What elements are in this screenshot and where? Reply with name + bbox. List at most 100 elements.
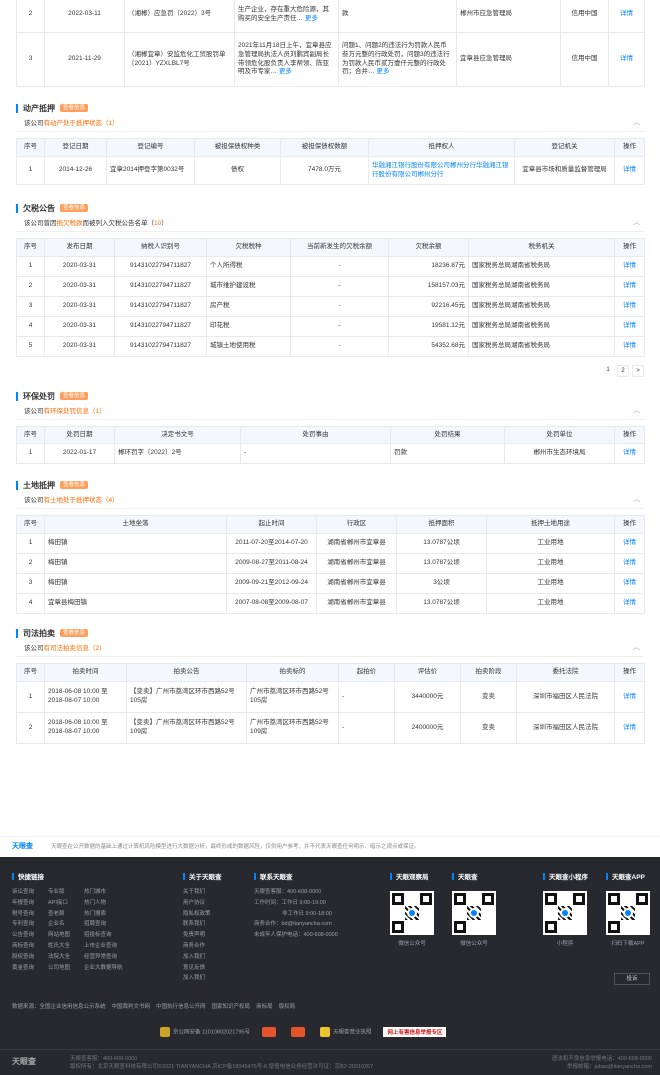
page-1[interactable]: 1: [602, 365, 614, 377]
auction-target: 广州市荔湾区环市西路52号109房: [246, 712, 339, 744]
info-badge[interactable]: 查看信息: [60, 629, 89, 637]
detail-link[interactable]: 详情: [614, 256, 645, 277]
column-header: 当前新发生的欠税余额: [290, 238, 389, 257]
detail-link[interactable]: 详情: [614, 533, 645, 554]
footer-link[interactable]: 商务合作: [183, 941, 222, 952]
chevron-up-icon[interactable]: ︿: [633, 217, 640, 227]
footer-link[interactable]: 企业名: [48, 919, 70, 930]
footer-link[interactable]: 关于我们: [183, 887, 222, 898]
data-source: 信用中国: [560, 32, 609, 87]
footer-link[interactable]: 诉讼查询: [12, 887, 34, 898]
footer-link[interactable]: 加入我们: [183, 952, 222, 963]
divider: [16, 131, 644, 132]
contact-line: 商务合作：bd@tianyancha.com: [254, 921, 332, 928]
chevron-up-icon[interactable]: ︿: [633, 405, 640, 415]
report-email[interactable]: 举报邮箱：jubao@tianyancha.com: [552, 1062, 652, 1070]
footer-link[interactable]: 热门城市: [84, 887, 123, 898]
quick-links: 快捷链接 诉讼查询 年报查询 税号查询 专利查询 公告查询 商标查询 股权查询 黄金查询 专业…: [12, 871, 123, 973]
footer-link[interactable]: 公告查询: [12, 930, 34, 941]
detail-link[interactable]: 详情: [614, 443, 645, 464]
detail-link[interactable]: 详情: [614, 156, 645, 185]
publish-date: 2020-03-31: [44, 276, 115, 297]
footer-link[interactable]: 企业大数据导航: [84, 963, 123, 974]
detail-link[interactable]: 详情: [614, 681, 645, 713]
chevron-up-icon[interactable]: ︿: [633, 642, 640, 652]
more-link[interactable]: 更多: [305, 15, 318, 22]
footer-link[interactable]: 专利查询: [12, 919, 34, 930]
footer-link[interactable]: 联系我们: [183, 919, 222, 930]
footer-link[interactable]: 意见反馈: [183, 963, 222, 974]
footer-link[interactable]: 黄金查询: [12, 963, 34, 974]
table-header: 序号 发布日期 纳税人识别号 欠税税种 当前新发生的欠税余额 欠税余额 税务机关 操作: [16, 238, 645, 257]
info-badge[interactable]: 查看信息: [60, 392, 89, 400]
footer-link[interactable]: 加入我们: [183, 973, 222, 984]
page-2[interactable]: 2: [617, 365, 629, 377]
more-link[interactable]: 更多: [376, 68, 389, 75]
footer-link[interactable]: 法院大全: [48, 952, 70, 963]
source-link[interactable]: 中国执行信息公开网: [156, 1004, 206, 1010]
footer-link[interactable]: 专业版: [48, 887, 70, 898]
detail-link[interactable]: 详情: [614, 276, 645, 297]
footer-link[interactable]: API接口: [48, 898, 70, 909]
business-license-link[interactable]: 天眼查营业执照: [319, 1027, 371, 1037]
mortgagee-link[interactable]: 华融湘江银行股份有限公司郴州分行华融湘江银行股份有限公司郴州分行: [368, 156, 515, 185]
footer-link[interactable]: 查老赖: [48, 909, 70, 920]
info-badge[interactable]: 查看信息: [60, 204, 89, 212]
next-page-icon[interactable]: >: [632, 365, 644, 377]
source-link[interactable]: 商标局: [256, 1004, 273, 1010]
harmful-info-report-link[interactable]: 网上有害信息举报专区: [383, 1027, 447, 1037]
chevron-up-icon[interactable]: ︿: [633, 494, 640, 504]
footer-link[interactable]: 商标查询: [12, 941, 34, 952]
decision-date: 2022-03-11: [44, 0, 125, 33]
footer-link[interactable]: 税号查询: [12, 909, 34, 920]
more-link[interactable]: 更多: [279, 68, 292, 75]
footer-link[interactable]: 经营异常查询: [84, 952, 123, 963]
footer-link[interactable]: 隐私权政策: [183, 909, 222, 920]
complaint-button[interactable]: 投诉: [614, 973, 650, 985]
detail-link[interactable]: 详情: [614, 593, 645, 614]
registration-org: 宜章县市场和质量监督管理局: [514, 156, 615, 185]
detail-link[interactable]: 详情: [608, 32, 645, 87]
detail-link[interactable]: 详情: [614, 336, 645, 357]
footer-link[interactable]: 姓氏大全: [48, 941, 70, 952]
admin-region: 湖南省郴州市宜章县: [316, 533, 397, 554]
footer-link[interactable]: 招聘查询: [84, 919, 123, 930]
footer-link[interactable]: 用户协议: [183, 898, 222, 909]
qr-observer: 天眼观察局 微信公众号: [390, 871, 434, 947]
chevron-up-icon[interactable]: ︿: [633, 117, 640, 127]
detail-link[interactable]: 详情: [614, 316, 645, 337]
info-badge[interactable]: 查看信息: [60, 481, 89, 489]
police-record-link[interactable]: 京公网安备 11010802021795号: [160, 1027, 250, 1037]
footer-link[interactable]: 上市企业查询: [84, 941, 123, 952]
detail-link[interactable]: 详情: [614, 296, 645, 317]
summary-prefix: 该公司: [24, 120, 44, 127]
row-number: 2: [16, 553, 45, 574]
footer-link[interactable]: 热门搜索: [84, 909, 123, 920]
env-section-title: 环保处罚 查看信息: [16, 389, 644, 403]
section-heading: 土地抵押: [23, 480, 55, 490]
footer-link[interactable]: 股权查询: [12, 952, 34, 963]
report-hotline: 违法和不良信息举报电话：400-608-0000: [551, 1056, 652, 1062]
source-link[interactable]: 数据来源：全国企业信用信息公示系统: [12, 1004, 106, 1010]
detail-link[interactable]: 详情: [614, 573, 645, 594]
report-badge-icon[interactable]: [290, 1027, 305, 1037]
footer-link[interactable]: 网站地图: [48, 930, 70, 941]
brand-logo[interactable]: 天眼查: [12, 841, 33, 851]
footer-link[interactable]: 年报查询: [12, 898, 34, 909]
footer-link[interactable]: 公司地图: [48, 963, 70, 974]
source-link[interactable]: 中国裁判文书网: [112, 1004, 151, 1010]
detail-link[interactable]: 详情: [608, 0, 645, 33]
detail-link[interactable]: 详情: [614, 712, 645, 744]
claim-amount: 7478.0万元: [280, 156, 369, 185]
footer-link[interactable]: 免责声明: [183, 930, 222, 941]
source-link[interactable]: 版权局: [279, 1004, 296, 1010]
pagination: 1 2 >: [16, 357, 644, 387]
detail-link[interactable]: 详情: [614, 553, 645, 574]
trust-badge-icon[interactable]: [261, 1027, 276, 1037]
summary-prefix: 该公司: [24, 497, 44, 504]
info-badge[interactable]: 查看信息: [60, 104, 89, 112]
footer-brand-logo: 天眼查: [12, 1057, 36, 1066]
source-link[interactable]: 国家知识产权局: [212, 1004, 251, 1010]
footer-link[interactable]: 热门人物: [84, 898, 123, 909]
footer-link[interactable]: 招投标查询: [84, 930, 123, 941]
